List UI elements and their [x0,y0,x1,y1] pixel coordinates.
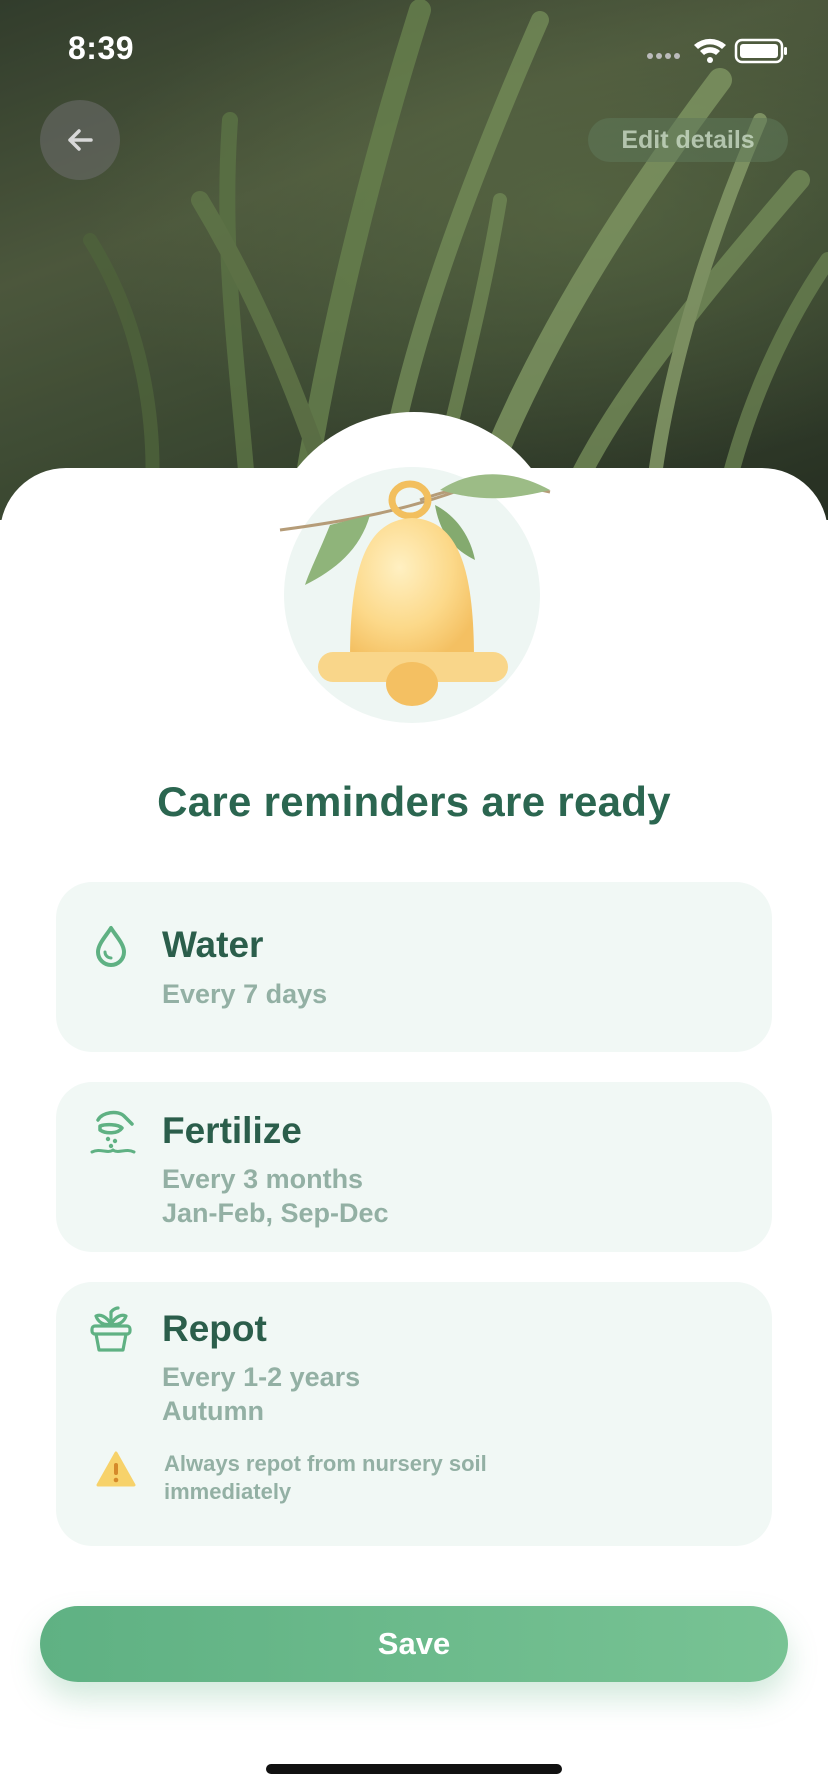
reminder-title: Fertilize [162,1110,302,1151]
status-icons [647,38,787,64]
bell-illustration [260,460,570,730]
wifi-icon [694,38,726,63]
repot-warning-text: Always repot from nursery soil immediate… [164,1451,487,1504]
battery-icon [734,38,787,64]
reminder-card-repot[interactable]: Repot Every 1-2 years Autumn Always repo… [56,1282,772,1546]
reminder-season: Autumn [162,1396,264,1426]
home-indicator [266,1764,562,1774]
warning-icon [96,1451,136,1487]
reminder-title: Water [162,924,264,965]
reminder-card-fertilize[interactable]: Fertilize Every 3 months Jan-Feb, Sep-De… [56,1082,772,1252]
water-drop-icon [96,926,126,967]
save-button[interactable]: Save [40,1606,788,1682]
fertilize-icon [90,1110,136,1154]
status-time: 8:39 [68,30,135,66]
reminder-frequency: Every 7 days [162,979,328,1009]
arrow-left-icon [68,129,93,151]
status-bar: 8:39 [0,0,828,100]
reminder-frequency: Every 3 months [162,1164,364,1194]
pot-plant-icon [90,1306,132,1352]
page-title: Care reminders are ready [157,778,671,825]
bell-with-leaves-icon [279,467,551,723]
reminder-frequency: Every 1-2 years [162,1362,361,1392]
reminder-season: Jan-Feb, Sep-Dec [162,1198,389,1228]
back-button[interactable] [40,100,120,180]
reminder-card-water[interactable]: Water Every 7 days [56,882,772,1052]
edit-details-button[interactable]: Edit details [588,118,788,162]
reminder-title: Repot [162,1308,267,1349]
